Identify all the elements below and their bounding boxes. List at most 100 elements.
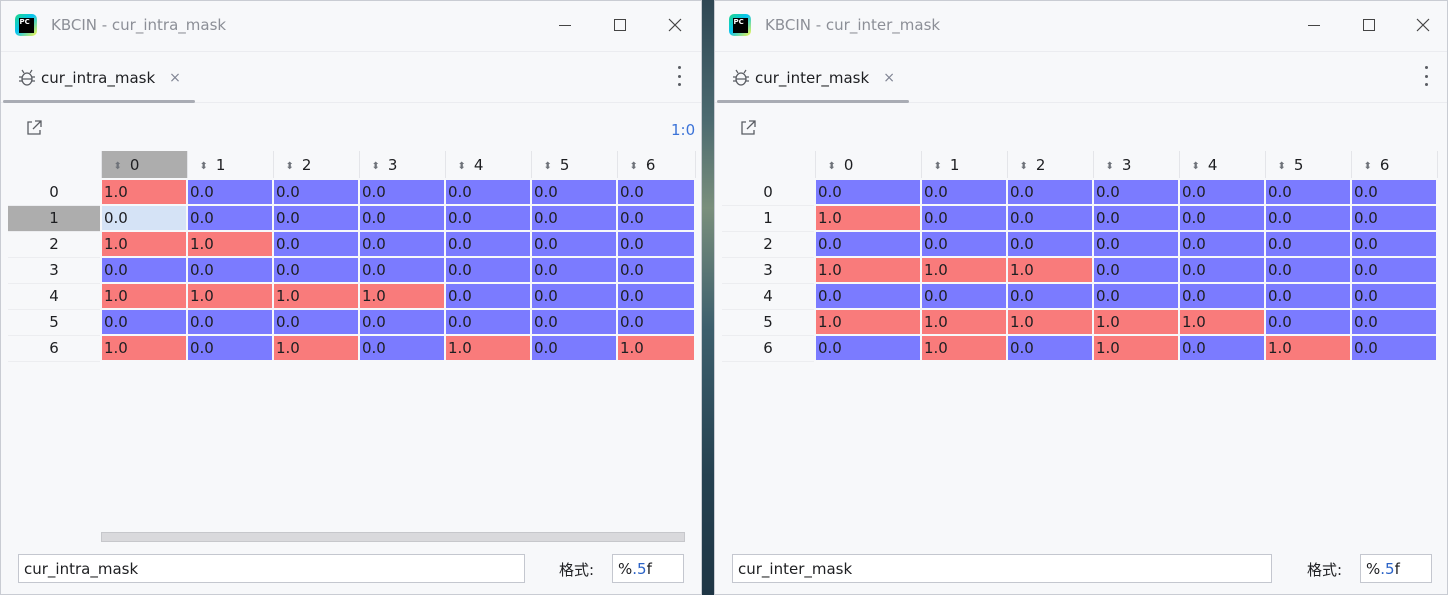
table-cell[interactable]: 1.0: [100, 282, 188, 310]
table-cell[interactable]: 0.0: [1264, 230, 1352, 258]
table-cell[interactable]: 1.0: [920, 256, 1008, 284]
table-cell[interactable]: 0.0: [272, 230, 360, 258]
table-cell[interactable]: 0.0: [1006, 204, 1094, 232]
row-header[interactable]: 4: [8, 283, 101, 310]
table-cell[interactable]: 1.0: [100, 334, 188, 362]
more-vertical-icon[interactable]: [1423, 66, 1429, 86]
minimize-button[interactable]: [1300, 12, 1328, 38]
row-header[interactable]: 0: [722, 179, 815, 206]
table-cell[interactable]: 0.0: [1006, 178, 1094, 206]
table-cell[interactable]: 0.0: [1350, 178, 1438, 206]
table-cell[interactable]: 0.0: [920, 230, 1008, 258]
minimize-button[interactable]: [551, 12, 579, 38]
table-cell[interactable]: 1.0: [920, 308, 1008, 336]
column-header[interactable]: ⬍ 4: [444, 151, 532, 180]
table-cell[interactable]: 0.0: [272, 204, 360, 232]
table-cell[interactable]: 0.0: [1350, 230, 1438, 258]
row-header[interactable]: 6: [8, 335, 101, 362]
table-cell[interactable]: 0.0: [444, 230, 532, 258]
more-vertical-icon[interactable]: [676, 66, 682, 86]
table-cell[interactable]: 0.0: [616, 230, 696, 258]
maximize-button[interactable]: [1355, 12, 1383, 38]
table-cell[interactable]: 0.0: [444, 256, 532, 284]
row-header[interactable]: 4: [722, 283, 815, 310]
column-header[interactable]: ⬍ 2: [272, 151, 360, 180]
column-header[interactable]: ⬍ 6: [1350, 151, 1438, 180]
table-cell[interactable]: 0.0: [1006, 334, 1094, 362]
table-cell[interactable]: 1.0: [100, 178, 188, 206]
table-cell[interactable]: 0.0: [920, 282, 1008, 310]
table-cell[interactable]: 1.0: [1006, 256, 1094, 284]
column-header[interactable]: ⬍ 4: [1178, 151, 1266, 180]
table-cell[interactable]: 1.0: [1178, 308, 1266, 336]
table-cell[interactable]: 0.0: [530, 204, 618, 232]
row-header[interactable]: 0: [8, 179, 101, 206]
table-cell[interactable]: 0.0: [530, 334, 618, 362]
table-cell[interactable]: 0.0: [1350, 204, 1438, 232]
table-cell[interactable]: 0.0: [1264, 282, 1352, 310]
table-cell[interactable]: 0.0: [1350, 282, 1438, 310]
table-cell[interactable]: 0.0: [272, 308, 360, 336]
table-cell[interactable]: 0.0: [530, 282, 618, 310]
table-cell[interactable]: 0.0: [186, 178, 274, 206]
table-cell[interactable]: 1.0: [616, 334, 696, 362]
table-cell[interactable]: 0.0: [444, 282, 532, 310]
table-cell[interactable]: 0.0: [1006, 230, 1094, 258]
table-cell[interactable]: 1.0: [186, 230, 274, 258]
table-cell[interactable]: 0.0: [616, 204, 696, 232]
column-header[interactable]: ⬍ 3: [1092, 151, 1180, 180]
table-cell[interactable]: 1.0: [814, 308, 922, 336]
table-cell[interactable]: 0.0: [1092, 204, 1180, 232]
table-cell[interactable]: 0.0: [1092, 282, 1180, 310]
row-header[interactable]: 6: [722, 335, 815, 362]
table-cell[interactable]: 1.0: [1092, 308, 1180, 336]
horizontal-scrollbar[interactable]: [101, 532, 685, 542]
table-cell[interactable]: 0.0: [1350, 308, 1438, 336]
table-cell[interactable]: 1.0: [358, 282, 446, 310]
table-cell[interactable]: 0.0: [358, 308, 446, 336]
table-cell[interactable]: 0.0: [1092, 256, 1180, 284]
table-cell[interactable]: 0.0: [530, 178, 618, 206]
table-cell[interactable]: 0.0: [616, 178, 696, 206]
table-cell[interactable]: 1.0: [1264, 334, 1352, 362]
table-cell[interactable]: 0.0: [530, 256, 618, 284]
row-header[interactable]: 2: [8, 231, 101, 258]
table-cell[interactable]: 0.0: [1264, 308, 1352, 336]
table-cell[interactable]: 1.0: [272, 334, 360, 362]
row-header[interactable]: 2: [722, 231, 815, 258]
table-cell[interactable]: 0.0: [272, 178, 360, 206]
table-cell[interactable]: 0.0: [1178, 334, 1266, 362]
table-cell[interactable]: 1.0: [920, 334, 1008, 362]
expression-input[interactable]: cur_inter_mask: [732, 554, 1272, 583]
table-cell[interactable]: 0.0: [1350, 256, 1438, 284]
column-header[interactable]: ⬍ 2: [1006, 151, 1094, 180]
column-header[interactable]: ⬍ 0: [100, 151, 188, 180]
table-cell[interactable]: 0.0: [358, 204, 446, 232]
table-cell[interactable]: 0.0: [920, 178, 1008, 206]
format-input[interactable]: % .5 f: [612, 554, 684, 583]
table-cell[interactable]: 1.0: [444, 334, 532, 362]
table-cell[interactable]: 0.0: [100, 308, 188, 336]
table-cell[interactable]: 0.0: [186, 334, 274, 362]
table-cell[interactable]: 0.0: [1092, 178, 1180, 206]
table-cell[interactable]: 1.0: [814, 256, 922, 284]
column-header[interactable]: ⬍ 3: [358, 151, 446, 180]
column-header[interactable]: ⬍ 1: [186, 151, 274, 180]
tab-close-button[interactable]: ×: [883, 70, 895, 86]
table-cell[interactable]: 0.0: [1264, 178, 1352, 206]
table-cell[interactable]: 1.0: [100, 230, 188, 258]
table-cell[interactable]: 0.0: [272, 256, 360, 284]
open-in-new-window-button[interactable]: [739, 119, 757, 141]
format-input[interactable]: % .5 f: [1360, 554, 1432, 583]
table-cell[interactable]: 0.0: [1264, 204, 1352, 232]
table-cell[interactable]: 0.0: [530, 230, 618, 258]
table-cell[interactable]: 1.0: [1092, 334, 1180, 362]
table-cell[interactable]: 0.0: [444, 204, 532, 232]
table-cell[interactable]: 0.0: [186, 308, 274, 336]
table-cell[interactable]: 0.0: [1092, 230, 1180, 258]
row-header[interactable]: 3: [722, 257, 815, 284]
table-cell[interactable]: 0.0: [616, 282, 696, 310]
column-header[interactable]: ⬍ 6: [616, 151, 696, 180]
table-cell[interactable]: 0.0: [444, 178, 532, 206]
table-cell[interactable]: 0.0: [186, 204, 274, 232]
